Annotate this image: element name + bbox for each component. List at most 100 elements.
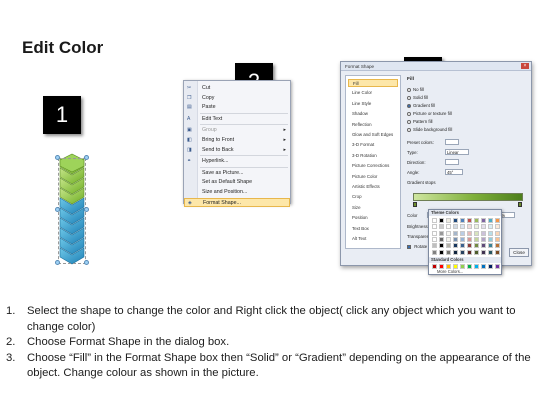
theme-color-swatch[interactable] [474,218,479,223]
nav-item-3-d-rotation[interactable]: 3-D Rotation [348,152,398,160]
theme-color-swatch[interactable] [467,224,472,230]
theme-color-swatch[interactable] [481,224,486,230]
theme-color-swatch[interactable] [488,243,493,249]
theme-color-swatch[interactable] [460,230,465,236]
nav-item-size[interactable]: Size [348,204,398,212]
theme-color-swatch[interactable] [488,224,493,230]
theme-color-swatch[interactable] [481,243,486,249]
theme-color-swatch[interactable] [432,243,437,249]
menu-item-set-as-default-shape[interactable]: Set as Default Shape [184,178,290,187]
theme-color-swatch[interactable] [495,230,500,236]
standard-color-swatch[interactable] [495,264,500,269]
chevron-stack-shape[interactable] [52,152,92,270]
nav-item-line-style[interactable]: Line Style [348,100,398,108]
nav-item-glow-and-soft-edges[interactable]: Glow and Soft Edges [348,131,398,139]
theme-color-swatch[interactable] [474,230,479,236]
nav-item-alt-text[interactable]: Alt Text [348,235,398,243]
theme-color-swatch[interactable] [432,230,437,236]
nav-item-crop[interactable]: Crop [348,193,398,201]
theme-color-swatch[interactable] [474,224,479,230]
theme-color-swatch[interactable] [446,243,451,249]
standard-color-swatch[interactable] [474,264,479,269]
theme-color-swatch[interactable] [488,249,493,255]
standard-color-swatch[interactable] [467,264,472,269]
theme-color-swatch[interactable] [488,230,493,236]
radio-button[interactable] [407,95,411,100]
direction-dropdown[interactable] [445,159,459,165]
theme-color-swatch[interactable] [481,249,486,255]
theme-color-swatch[interactable] [460,224,465,230]
menu-item-send-to-back[interactable]: ◨ Send to Back ▸ [184,146,290,155]
fill-option-gradient-fill[interactable]: Gradient fill [407,103,435,109]
theme-color-swatch[interactable] [481,218,486,223]
menu-item-copy[interactable]: ❐ Copy [184,94,290,103]
fill-option-pattern-fill[interactable]: Pattern fill [407,119,433,125]
theme-color-swatch[interactable] [467,230,472,236]
theme-color-swatch[interactable] [460,249,465,255]
radio-button[interactable] [407,111,411,116]
theme-color-swatch[interactable] [488,218,493,223]
resize-handle[interactable] [55,155,60,160]
theme-color-swatch[interactable] [446,224,451,230]
resize-handle[interactable] [84,155,89,160]
theme-color-swatch[interactable] [432,249,437,255]
rotate-checkbox[interactable] [407,244,411,249]
theme-color-swatch[interactable] [439,243,444,249]
fill-option-solid-fill[interactable]: Solid fill [407,95,428,101]
theme-color-swatch[interactable] [439,249,444,255]
theme-color-swatch[interactable] [460,243,465,249]
nav-item-shadow[interactable]: Shadow [348,110,398,118]
angle-input[interactable]: 45° [445,169,463,175]
nav-item-reflection[interactable]: Reflection [348,121,398,129]
nav-item-line-color[interactable]: Line Color [348,89,398,97]
theme-color-swatch[interactable] [453,236,458,242]
fill-option-slide-background-fill[interactable]: Slide background fill [407,127,452,133]
resize-handle[interactable] [84,207,89,212]
theme-color-swatch[interactable] [432,236,437,242]
radio-button[interactable] [407,127,411,132]
theme-color-swatch[interactable] [495,224,500,230]
menu-item-save-as-picture[interactable]: Save as Picture... [184,169,290,178]
more-colors-option[interactable]: More Colors... [437,269,463,274]
theme-color-swatch[interactable] [439,224,444,230]
nav-item-picture-corrections[interactable]: Picture Corrections [348,162,398,170]
theme-color-swatch[interactable] [460,218,465,223]
theme-color-swatch[interactable] [446,249,451,255]
nav-item-artistic-effects[interactable]: Artistic Effects [348,183,398,191]
theme-color-swatch[interactable] [453,230,458,236]
theme-color-swatch[interactable] [432,218,437,223]
fill-option-picture-or-texture-fill[interactable]: Picture or texture fill [407,111,452,117]
theme-color-swatch[interactable] [495,243,500,249]
theme-color-swatch[interactable] [467,236,472,242]
menu-item-paste[interactable]: ▤ Paste [184,103,290,112]
theme-color-swatch[interactable] [495,249,500,255]
nav-item-text-box[interactable]: Text Box [348,225,398,233]
theme-color-swatch[interactable] [453,243,458,249]
theme-color-swatch[interactable] [481,236,486,242]
resize-handle[interactable] [55,260,60,265]
nav-item-fill[interactable]: Fill [348,79,398,87]
theme-color-swatch[interactable] [446,236,451,242]
radio-button[interactable] [407,87,411,92]
close-icon[interactable]: × [521,63,529,69]
theme-color-swatch[interactable] [474,236,479,242]
menu-item-group[interactable]: ▣ Group ▸ [184,126,290,135]
nav-item-position[interactable]: Position [348,214,398,222]
standard-color-swatch[interactable] [488,264,493,269]
standard-color-swatch[interactable] [481,264,486,269]
close-button[interactable]: Close [509,248,529,257]
fill-option-no-fill[interactable]: No fill [407,87,424,93]
theme-color-swatch[interactable] [460,236,465,242]
gradient-stops-bar[interactable] [413,193,523,201]
theme-color-swatch[interactable] [432,224,437,230]
theme-color-swatch[interactable] [439,230,444,236]
menu-item-format-shape[interactable]: ◈ Format Shape... [184,197,290,207]
theme-color-swatch[interactable] [439,218,444,223]
menu-item-bring-to-front[interactable]: ◧ Bring to Front ▸ [184,136,290,145]
theme-color-swatch[interactable] [488,236,493,242]
resize-handle[interactable] [84,260,89,265]
theme-color-swatch[interactable] [495,218,500,223]
theme-color-swatch[interactable] [481,230,486,236]
menu-item-hyperlink[interactable]: ⚭ Hyperlink... [184,157,290,166]
theme-color-swatch[interactable] [495,236,500,242]
